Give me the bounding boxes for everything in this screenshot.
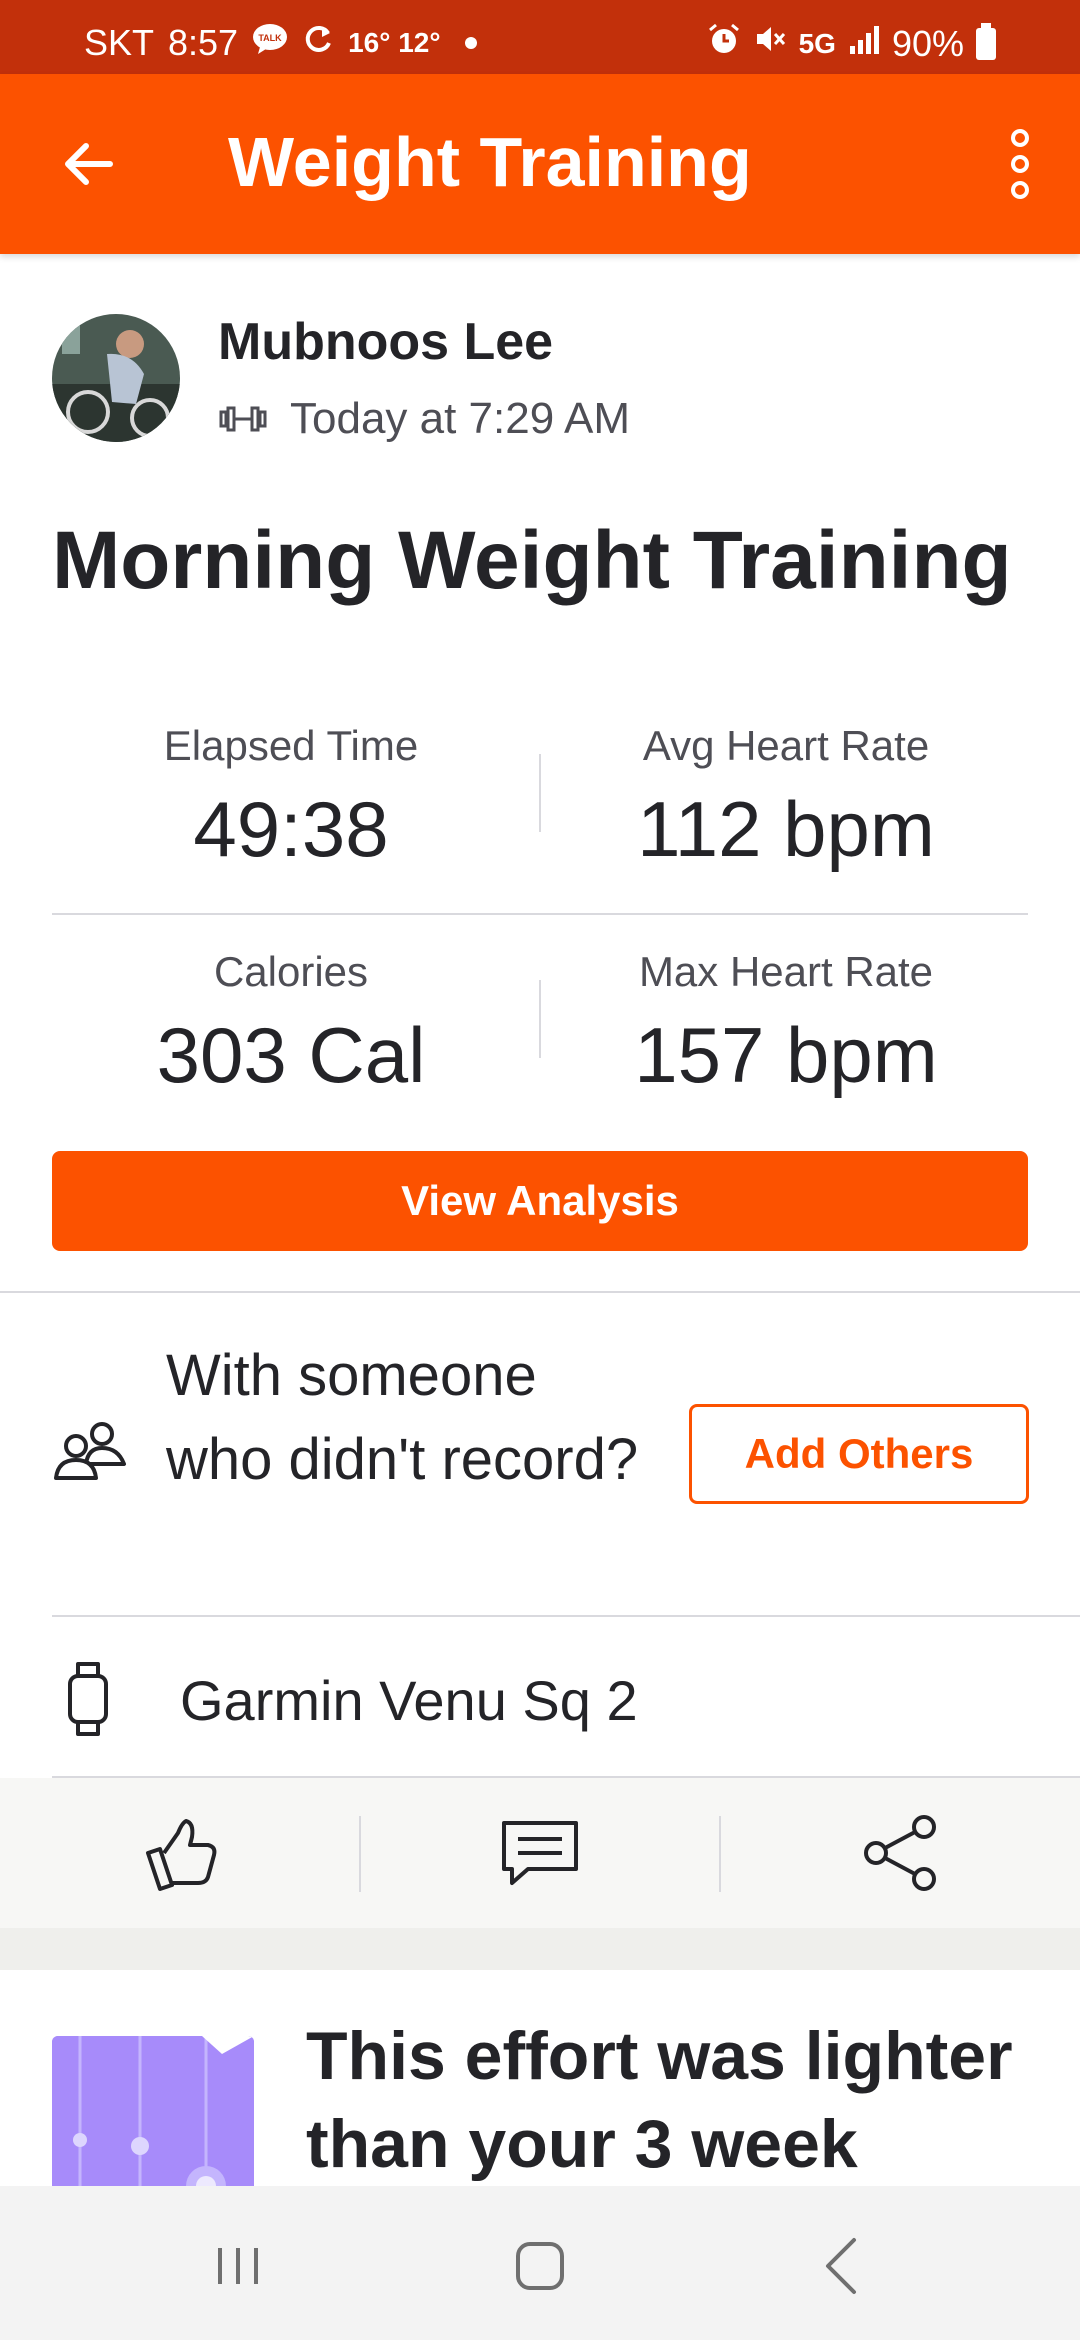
- network-icon: 5G: [798, 27, 836, 59]
- alarm-icon: [707, 22, 741, 65]
- device-name[interactable]: Garmin Venu Sq 2: [180, 1668, 638, 1733]
- stat-max-heart-rate: Max Heart Rate 157 bpm: [546, 948, 1026, 1101]
- stats-divider: [52, 913, 1028, 915]
- watch-icon: [68, 1662, 108, 1736]
- battery-level: 90%: [891, 22, 964, 64]
- battery-icon: [976, 22, 996, 60]
- people-icon: [54, 1422, 126, 1480]
- activity-title: Morning Weight Training: [52, 515, 1012, 606]
- stat-calories: Calories 303 Cal: [51, 948, 531, 1101]
- group-prompt: With someone who didn't record?: [166, 1343, 639, 1492]
- talk-icon: TALK: [252, 22, 288, 64]
- comment-button[interactable]: [360, 1778, 720, 1928]
- page-title: Weight Training: [228, 123, 752, 201]
- sync-icon: [302, 22, 334, 64]
- status-bar: SKT 8:57 TALK 16° 12° 5G 90%: [0, 0, 1080, 74]
- insight-text: This effort was lighter than your 3 week: [306, 2018, 1013, 2182]
- stat-label: Avg Heart Rate: [642, 722, 930, 769]
- app-bar: Weight Training: [0, 74, 1080, 254]
- carrier: SKT: [84, 22, 155, 63]
- action-bar: [0, 1778, 1080, 1928]
- stat-label: Elapsed Time: [163, 722, 419, 769]
- notification-dot: [464, 37, 477, 49]
- mute-icon: [753, 22, 787, 65]
- back-nav-icon[interactable]: [804, 2226, 884, 2306]
- stat-value: 157 bpm: [634, 1011, 938, 1099]
- activity-meta: Today at 7:29 AM: [218, 394, 630, 444]
- stat-value: 303 Cal: [156, 1011, 426, 1099]
- more-vert-icon[interactable]: [996, 124, 1044, 204]
- comment-icon: [502, 1821, 578, 1885]
- add-others-button[interactable]: Add Others: [689, 1404, 1029, 1504]
- section-divider: [52, 1615, 1080, 1617]
- stat-divider: [539, 754, 541, 832]
- stat-value: 49:38: [193, 785, 389, 873]
- insight-graphic: [52, 2036, 254, 2190]
- clock: 8:57: [168, 22, 239, 63]
- stat-elapsed-time: Elapsed Time 49:38: [51, 722, 531, 875]
- avatar[interactable]: [52, 314, 180, 442]
- home-icon[interactable]: [500, 2226, 580, 2306]
- recents-icon[interactable]: [198, 2226, 278, 2306]
- system-nav-bar: [0, 2186, 1080, 2340]
- view-analysis-button[interactable]: View Analysis: [52, 1151, 1028, 1251]
- stat-divider: [539, 980, 541, 1058]
- svg-text:TALK: TALK: [258, 33, 282, 43]
- insight-card[interactable]: This effort was lighter than your 3 week: [0, 1970, 1080, 2190]
- dumbbell-icon: [219, 406, 267, 432]
- kudos-button[interactable]: [0, 1778, 360, 1928]
- section-gap: [0, 1928, 1080, 1970]
- stat-label: Calories: [213, 948, 369, 995]
- weather-temps: 16° 12°: [348, 27, 441, 58]
- back-arrow-icon[interactable]: [56, 132, 120, 196]
- thumbs-up-icon: [146, 1819, 217, 1891]
- share-icon: [864, 1815, 936, 1891]
- signal-icon: [848, 23, 880, 65]
- athlete-name[interactable]: Mubnoos Lee: [218, 312, 553, 372]
- section-divider: [0, 1291, 1080, 1293]
- activity-datetime: Today at 7:29 AM: [290, 394, 630, 443]
- stat-label: Max Heart Rate: [638, 948, 934, 995]
- stat-value: 112 bpm: [637, 785, 935, 873]
- stat-avg-heart-rate: Avg Heart Rate 112 bpm: [546, 722, 1026, 875]
- share-button[interactable]: [720, 1778, 1080, 1928]
